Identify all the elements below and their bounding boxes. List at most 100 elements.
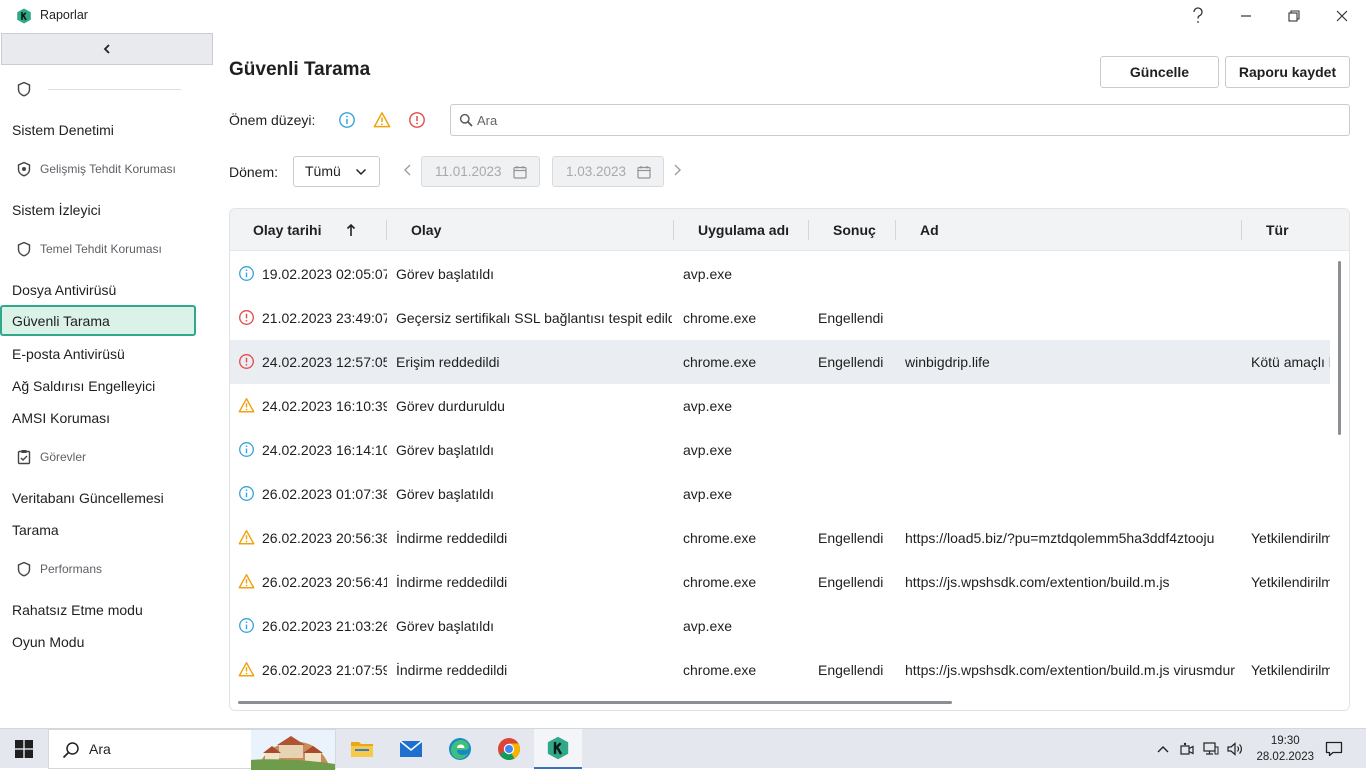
- restore-icon: [1288, 10, 1300, 22]
- table-row[interactable]: 24.02.2023 16:14:10 Görev başlatıldı avp.e…: [230, 428, 1330, 472]
- table-row[interactable]: 24.02.2023 16:10:39 Görev durduruldu avp.e…: [230, 384, 1330, 428]
- kaspersky-icon: [547, 736, 569, 760]
- sidebar-item-sistem-izleyici[interactable]: Sistem İzleyici: [12, 202, 101, 218]
- tray-network[interactable]: [1200, 729, 1222, 769]
- table-row[interactable]: 26.02.2023 21:07:59 İndirme reddedildi chr…: [230, 648, 1330, 692]
- clock[interactable]: 19:30 28.02.2023: [1256, 733, 1314, 765]
- sidebar-item-tarama[interactable]: Tarama: [12, 522, 59, 538]
- cell-date: 26.02.2023 20:56:41: [262, 574, 387, 590]
- cell-app: avp.exe: [683, 398, 733, 414]
- save-report-button[interactable]: Raporu kaydet: [1225, 56, 1350, 88]
- severity-critical-toggle[interactable]: [408, 111, 426, 129]
- taskbar-search-placeholder: Ara: [89, 741, 111, 757]
- sort-ascending-icon[interactable]: [346, 223, 356, 237]
- column-divider[interactable]: [808, 220, 809, 240]
- sidebar: Sistem Denetimi Gelişmiş Tehdit Koruması…: [0, 32, 213, 728]
- column-divider[interactable]: [673, 220, 674, 240]
- column-header-name[interactable]: Ad: [920, 222, 939, 238]
- column-header-date[interactable]: Olay tarihi: [253, 222, 321, 238]
- sidebar-item-veritabani[interactable]: Veritabanı Güncellemesi: [12, 490, 164, 506]
- tray-meet-now[interactable]: [1176, 729, 1198, 769]
- update-button[interactable]: Güncelle: [1100, 56, 1219, 88]
- severity-warning-toggle[interactable]: [373, 111, 391, 129]
- chrome-icon: [498, 738, 520, 760]
- sidebar-item-sistem-denetimi[interactable]: Sistem Denetimi: [12, 122, 114, 138]
- table-row[interactable]: 24.02.2023 12:57:05 Erişim reddedildi chro…: [230, 340, 1330, 384]
- cell-app: chrome.exe: [683, 530, 757, 546]
- search-input[interactable]: Ara: [450, 104, 1350, 136]
- cell-event: Görev başlatıldı: [396, 618, 495, 634]
- column-divider[interactable]: [1241, 220, 1242, 240]
- notification-button[interactable]: [1318, 729, 1350, 769]
- mail-icon: [399, 740, 423, 757]
- table-row[interactable]: 26.02.2023 01:07:38 Görev başlatıldı avp.e…: [230, 472, 1330, 516]
- sidebar-item-rahatsiz-etme[interactable]: Rahatsız Etme modu: [12, 602, 143, 618]
- cell-event: İndirme reddedildi: [396, 574, 508, 590]
- start-button[interactable]: [0, 729, 48, 769]
- next-period-button[interactable]: [671, 163, 683, 177]
- severity-info-toggle[interactable]: [338, 111, 356, 129]
- taskbar-mail[interactable]: [387, 729, 435, 769]
- divider: [48, 88, 181, 90]
- taskbar-edge[interactable]: [436, 729, 484, 769]
- cell-app: chrome.exe: [683, 310, 757, 326]
- vertical-scrollbar[interactable]: [1338, 261, 1341, 435]
- sidebar-item-ag-saldirisi[interactable]: Ağ Saldırısı Engelleyici: [12, 378, 155, 394]
- table-row[interactable]: 26.02.2023 20:56:41 İndirme reddedildi chr…: [230, 560, 1330, 604]
- search-placeholder: Ara: [477, 113, 498, 128]
- minimize-button[interactable]: [1222, 0, 1270, 32]
- period-select[interactable]: Tümü: [293, 156, 380, 187]
- table-row[interactable]: 19.02.2023 02:05:07 Görev başlatıldı avp.e…: [230, 252, 1330, 296]
- tray-volume[interactable]: [1224, 729, 1246, 769]
- clock-time: 19:30: [1270, 735, 1300, 747]
- search-highlight-illustration-icon: [251, 730, 335, 770]
- close-button[interactable]: [1318, 0, 1366, 32]
- column-divider[interactable]: [386, 220, 387, 240]
- help-button[interactable]: [1174, 0, 1222, 32]
- sidebar-collapse-button[interactable]: [1, 33, 213, 65]
- info-icon: [238, 617, 255, 634]
- sidebar-item-eposta-antivirusu[interactable]: E-posta Antivirüsü: [12, 346, 125, 362]
- file-explorer-icon: [351, 742, 373, 757]
- tray-overflow-button[interactable]: [1152, 729, 1174, 769]
- sidebar-section-label: Gelişmiş Tehdit Koruması: [40, 162, 176, 176]
- sidebar-section-label: Görevler: [40, 450, 87, 464]
- sidebar-item-dosya-antivirusu[interactable]: Dosya Antivirüsü: [12, 282, 116, 298]
- sidebar-section-performans: Performans: [0, 553, 213, 585]
- column-header-event[interactable]: Olay: [411, 222, 441, 238]
- cell-event: Erişim reddedildi: [396, 354, 500, 370]
- cell-type: Yetkilendirilm: [1251, 662, 1330, 678]
- sidebar-item-guvenli-tarama[interactable]: Güvenli Tarama: [0, 305, 196, 336]
- search-icon: [459, 113, 473, 127]
- taskbar-kaspersky[interactable]: [534, 729, 582, 769]
- network-icon: [1203, 742, 1219, 755]
- column-header-app[interactable]: Uygulama adı: [698, 222, 789, 238]
- cell-type: Kötü amaçlı b: [1251, 354, 1330, 370]
- taskbar-chrome[interactable]: [485, 729, 533, 769]
- restore-button[interactable]: [1270, 0, 1318, 32]
- column-divider[interactable]: [895, 220, 896, 240]
- date-to-field[interactable]: 1.03.2023: [552, 156, 664, 187]
- table-row[interactable]: 26.02.2023 20:56:38 İndirme reddedildi chr…: [230, 516, 1330, 560]
- sidebar-item-amsi[interactable]: AMSI Koruması: [12, 410, 110, 426]
- date-from-field[interactable]: 11.01.2023: [421, 156, 540, 187]
- search-icon: [62, 742, 79, 759]
- cell-app: avp.exe: [683, 266, 733, 282]
- previous-period-button[interactable]: [402, 163, 414, 177]
- sidebar-item-oyun-modu[interactable]: Oyun Modu: [12, 634, 84, 650]
- horizontal-scrollbar[interactable]: [238, 701, 952, 704]
- calendar-icon: [637, 166, 651, 179]
- critical-icon: [238, 309, 255, 326]
- column-header-result[interactable]: Sonuç: [833, 222, 876, 238]
- cell-app: chrome.exe: [683, 354, 757, 370]
- column-header-type[interactable]: Tür: [1266, 222, 1289, 238]
- chevron-left-icon: [103, 44, 110, 54]
- windows-icon: [15, 740, 33, 758]
- events-table: Olay tarihi Olay Uygulama adı Sonuç Ad T…: [229, 208, 1350, 711]
- cell-event: Geçersiz sertifikalı SSL bağlantısı tesp…: [396, 310, 672, 326]
- warning-icon: [238, 397, 255, 414]
- taskbar-file-explorer[interactable]: [338, 729, 386, 769]
- table-row[interactable]: 21.02.2023 23:49:07 Geçersiz sertifikalı …: [230, 296, 1330, 340]
- taskbar-search-input[interactable]: Ara: [48, 729, 336, 770]
- table-row[interactable]: 26.02.2023 21:03:26 Görev başlatıldı avp.e…: [230, 604, 1330, 648]
